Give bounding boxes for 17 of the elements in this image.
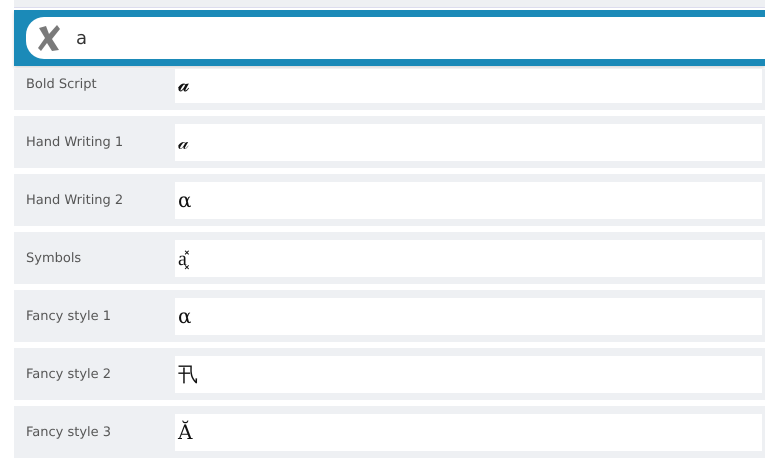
styled-text-field[interactable]: Ă [175, 414, 762, 451]
styled-text-field[interactable]: α [175, 298, 762, 335]
search-field[interactable]: a [70, 17, 765, 59]
clear-icon [36, 24, 62, 52]
styled-text-field[interactable]: a͓̽ [175, 240, 762, 277]
style-label: Hand Writing 2 [26, 192, 124, 210]
styled-text-field[interactable]: 𝓪 [175, 69, 762, 103]
style-label: Bold Script [26, 76, 98, 94]
style-label: Fancy style 2 [26, 366, 112, 384]
style-label: Fancy style 3 [26, 424, 112, 442]
styled-text-field[interactable]: 卂 [175, 356, 762, 393]
styled-text-field[interactable]: α [175, 182, 762, 219]
style-label: Symbols [26, 250, 82, 268]
style-label: Hand Writing 1 [26, 134, 124, 152]
style-label: Fancy style 1 [26, 308, 112, 326]
styled-text-field[interactable]: 𝒶 [175, 124, 762, 161]
clear-button[interactable] [26, 17, 70, 59]
